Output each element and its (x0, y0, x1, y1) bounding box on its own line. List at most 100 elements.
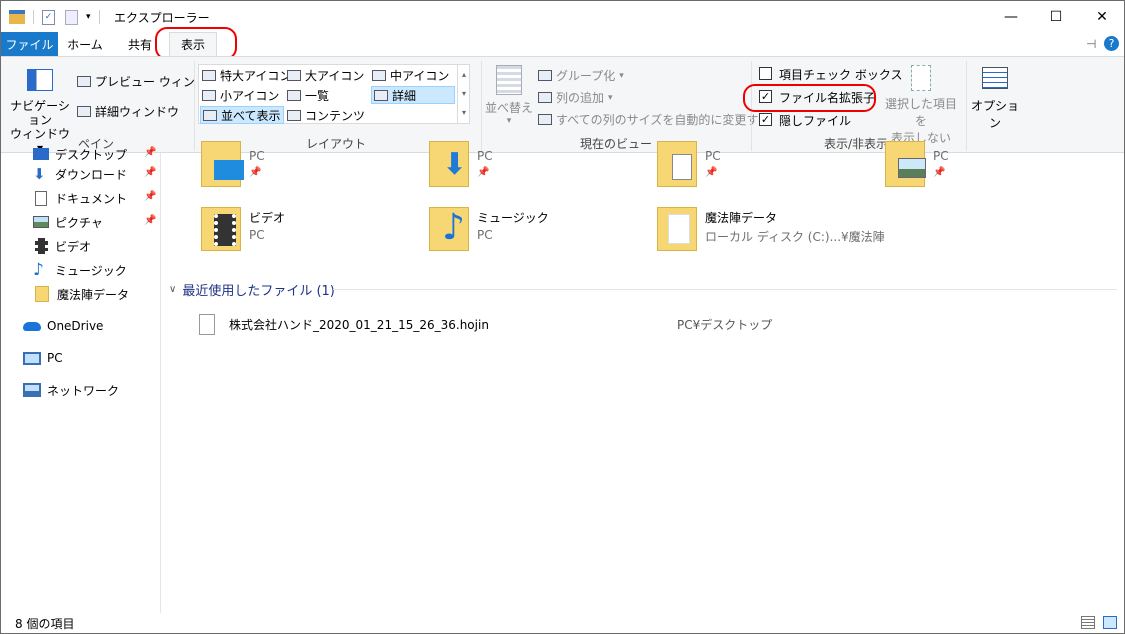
options-button[interactable]: オプション (969, 67, 1021, 131)
pin-icon: 📌 (705, 167, 718, 178)
layout-tiles[interactable]: 並べて表示 (200, 106, 284, 124)
pin-ribbon-icon[interactable]: ⊣ (1086, 37, 1096, 51)
fit-columns-button[interactable]: すべての列のサイズを自動的に変更する (538, 111, 770, 128)
layout-small-icons[interactable]: 小アイコン (202, 87, 279, 104)
hide-selected-icon (911, 65, 931, 91)
tile-location: PC (705, 149, 721, 163)
navigation-pane-button[interactable]: ナビゲーション ウィンドウ ▾ (9, 67, 71, 155)
picture-icon (898, 158, 926, 178)
tile-location: ローカル ディスク (C:)...¥魔法陣 (705, 230, 885, 244)
tiles-icon (203, 109, 217, 121)
nav-item-downloads[interactable]: ⬇ ダウンロード (33, 163, 127, 185)
sort-icon (496, 65, 522, 95)
pin-icon: 📌 (144, 215, 157, 226)
tab-file[interactable]: ファイル (1, 32, 58, 56)
layout-gallery: 特大アイコン 大アイコン 中アイコン 小アイコン 一覧 詳細 並べて表示 コンテ… (198, 64, 470, 124)
add-columns-button[interactable]: 列の追加 ▾ (538, 89, 613, 106)
ribbon: ナビゲーション ウィンドウ ▾ プレビュー ウィンドウ 詳細ウィンドウ ペイン … (1, 56, 1124, 155)
chevron-down-icon: ∨ (169, 284, 177, 295)
customize-toolbar-icon[interactable]: ▾ (86, 12, 91, 22)
download-arrow-icon: ⬇ (33, 165, 46, 183)
details-pane-label: 詳細ウィンドウ (95, 105, 180, 119)
cloud-icon (23, 321, 41, 331)
nav-item-magic-data[interactable]: 魔法陣データ (33, 283, 129, 305)
hidden-items-checkbox[interactable]: ✓ (759, 113, 772, 126)
desktop-icon (33, 148, 49, 160)
nav-item-music[interactable]: ♪ ミュージック (33, 259, 127, 281)
fit-columns-icon (538, 114, 552, 125)
details-view-icon[interactable] (1081, 616, 1095, 629)
nav-item-desktop[interactable]: デスクトップ (33, 143, 127, 165)
nav-item-documents[interactable]: ドキュメント (33, 187, 127, 209)
nav-item-label: ミュージック (55, 263, 127, 278)
tab-home[interactable]: ホーム (61, 32, 109, 56)
folder-tile-desktop[interactable]: PC 📌 (201, 141, 421, 189)
hide-selected-button[interactable]: 選択した項目を 表示しない (881, 65, 961, 146)
nav-pane-label-1: ナビゲーション (10, 99, 70, 127)
layout-medium-icons[interactable]: 中アイコン (372, 67, 449, 84)
list-item[interactable]: 株式会社ハンド_2020_01_21_15_26_36.hojin PC¥デスク… (199, 311, 899, 337)
nav-item-label: ドキュメント (55, 191, 128, 206)
recent-files-header[interactable]: ∨ 最近使用したファイル (1) (169, 280, 335, 299)
item-checkboxes-checkbox[interactable] (759, 67, 772, 80)
folder-tile-downloads[interactable]: ⬇ PC 📌 (429, 141, 649, 189)
help-icon[interactable]: ? (1104, 36, 1119, 51)
layout-list[interactable]: 一覧 (287, 87, 329, 104)
folder-icon (201, 207, 241, 251)
document-icon (668, 214, 690, 244)
folder-app-icon (9, 10, 25, 24)
minimize-button[interactable]: — (988, 1, 1034, 32)
tile-location: PC (477, 228, 493, 242)
large-icons-view-icon[interactable] (1103, 616, 1117, 629)
folder-tile-magic-data[interactable]: 魔法陣データ ローカル ディスク (C:)...¥魔法陣 (657, 207, 957, 255)
folder-tile-music[interactable]: ♪ ミュージック PC (429, 207, 649, 255)
group-by-icon (538, 70, 552, 81)
pin-icon: 📌 (933, 167, 946, 178)
maximize-button[interactable]: ☐ (1033, 1, 1079, 32)
details-pane-button[interactable]: 詳細ウィンドウ (77, 103, 179, 120)
folder-tile-pictures[interactable]: PC 📌 (885, 141, 1105, 189)
folder-tile-documents[interactable]: PC 📌 (657, 141, 877, 189)
sort-label: 並べ替え (485, 101, 534, 115)
folder-tile-videos[interactable]: ビデオ PC (201, 207, 421, 255)
pin-icon: 📌 (144, 191, 157, 202)
layout-content[interactable]: コンテンツ (287, 107, 365, 124)
nav-item-pc[interactable]: PC (23, 347, 63, 369)
file-icon (199, 313, 215, 335)
properties-icon[interactable]: ✓ (42, 9, 55, 25)
preview-pane-icon (77, 76, 91, 87)
layout-details[interactable]: 詳細 (371, 86, 455, 104)
new-folder-icon[interactable] (65, 9, 78, 25)
nav-item-pictures[interactable]: ピクチャ (33, 211, 103, 233)
add-columns-label: 列の追加 (556, 91, 605, 105)
nav-item-network[interactable]: ネットワーク (23, 379, 119, 401)
tile-location: PC (249, 149, 265, 163)
tile-name: ミュージック (477, 211, 549, 225)
music-note-icon: ♪ (33, 260, 44, 280)
sort-button[interactable]: 並べ替え ▾ (485, 65, 533, 126)
layout-scroll[interactable]: ▴ ▾ ▾ (457, 65, 470, 123)
layout-large-icons[interactable]: 大アイコン (287, 67, 364, 84)
details-icon (374, 89, 388, 101)
medium-icons-icon (372, 70, 386, 81)
file-extensions-highlight (743, 84, 876, 112)
explorer-window: ✓ ▾ エクスプローラー — ☐ ✕ ファイル ホーム 共有 表示 ⊣ ? ナビ… (0, 0, 1125, 634)
recent-file-location: PC¥デスクトップ (677, 317, 773, 332)
film-icon (214, 214, 236, 246)
section-divider (333, 289, 1117, 290)
extra-large-icons-icon (202, 70, 216, 81)
tile-location: PC (933, 149, 949, 163)
small-icons-icon (202, 90, 216, 101)
folder-icon (657, 141, 697, 187)
nav-item-videos[interactable]: ビデオ (33, 235, 91, 257)
group-by-button[interactable]: グループ化 ▾ (538, 67, 624, 84)
nav-item-onedrive[interactable]: OneDrive (23, 315, 103, 337)
layout-item-label: 詳細 (392, 88, 417, 103)
item-count: 8 個の項目 (15, 617, 75, 631)
layout-item-label: 小アイコン (220, 89, 280, 103)
layout-extra-large-icons[interactable]: 特大アイコン (202, 67, 291, 84)
pin-icon: 📌 (249, 167, 262, 178)
add-columns-icon (538, 92, 552, 103)
close-button[interactable]: ✕ (1079, 1, 1124, 32)
download-arrow-icon: ⬇ (442, 147, 468, 182)
